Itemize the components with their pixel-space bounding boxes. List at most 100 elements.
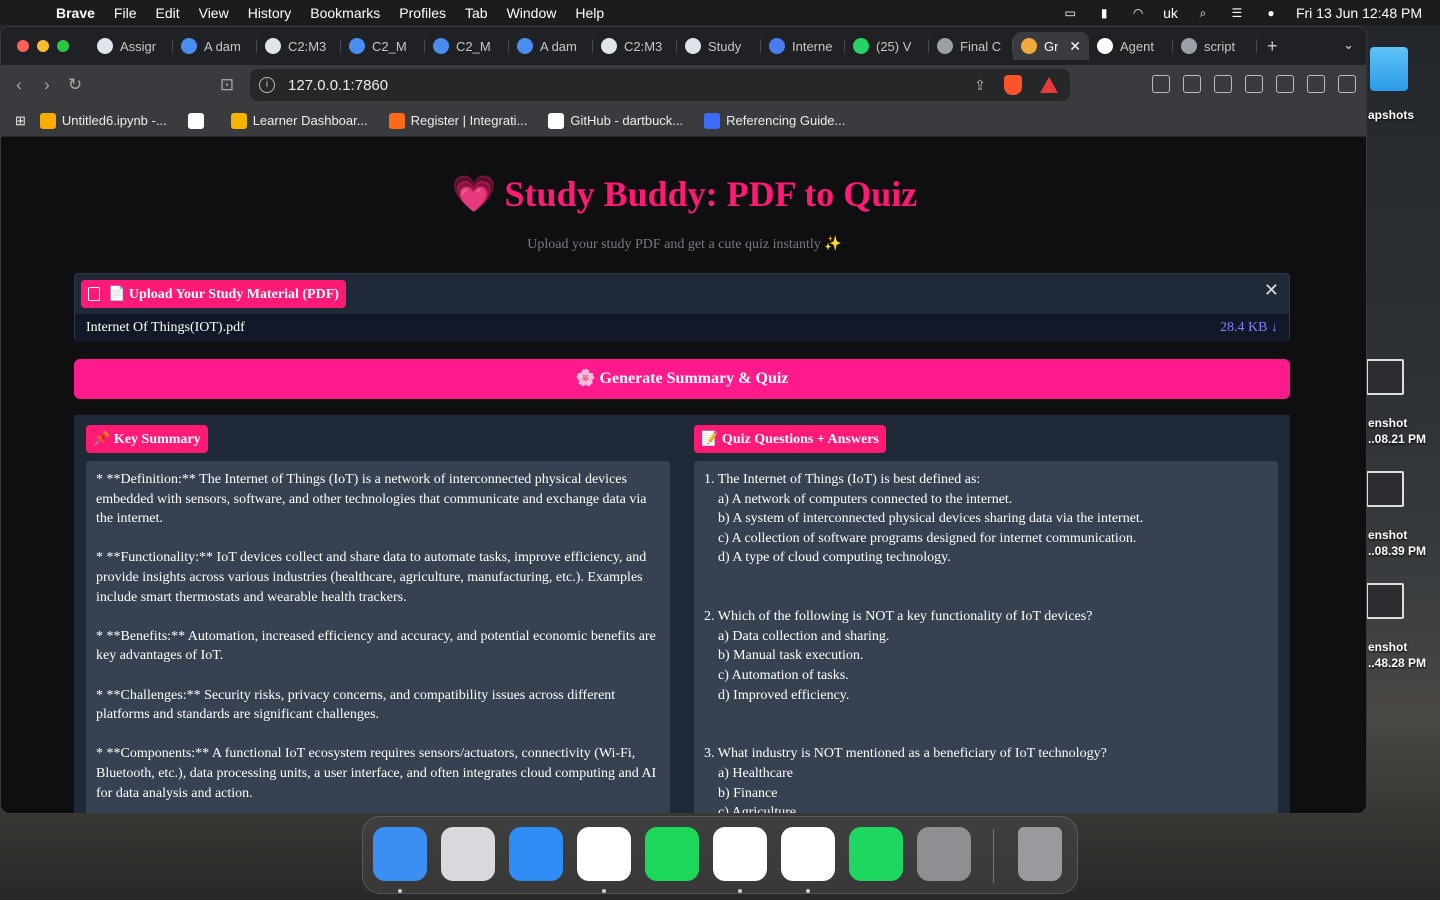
browser-tab[interactable]: Final C [929, 32, 1013, 60]
system-settings-icon[interactable] [917, 827, 971, 881]
back-button[interactable]: ‹ [5, 75, 33, 95]
bookmark-item[interactable]: Untitled6.ipynb -... [39, 112, 167, 129]
generate-button[interactable]: 🌸 Generate Summary & Quiz [74, 359, 1290, 399]
bookmark-icon[interactable]: ⊡ [213, 75, 241, 95]
spotify-icon[interactable] [849, 827, 903, 881]
browser-tab[interactable]: Assigr [89, 32, 173, 60]
chevron-down-icon[interactable]: ⌄ [1343, 37, 1354, 53]
upload-label-text: 📄 Upload Your Study Material (PDF) [108, 286, 339, 302]
clock[interactable]: Fri 13 Jun 12:48 PM [1296, 5, 1422, 21]
menu-window[interactable]: Window [507, 5, 557, 21]
browser-tab[interactable]: A dam [509, 32, 593, 60]
tab-favicon-icon [769, 38, 785, 54]
bookmark-label: Referencing Guide... [726, 113, 846, 128]
browser-tab[interactable]: Gr ✕ [1013, 32, 1089, 60]
downloads-icon[interactable] [1183, 75, 1201, 93]
file-upload[interactable]: 📄 Upload Your Study Material (PDF) ✕ Int… [74, 273, 1290, 342]
reload-button[interactable]: ↻ [61, 75, 89, 95]
browser-tab[interactable]: Interne [761, 32, 845, 60]
mail-icon[interactable] [509, 827, 563, 881]
close-window-button[interactable] [17, 40, 29, 52]
browser-tab[interactable]: C2:M3 [593, 32, 677, 60]
running-indicator [738, 889, 742, 893]
launchpad-icon[interactable] [441, 827, 495, 881]
menu-profiles[interactable]: Profiles [399, 5, 446, 21]
sidebar-icon[interactable] [1214, 75, 1232, 93]
vscode-icon[interactable] [577, 827, 631, 881]
address-bar[interactable]: i 127.0.0.1:7860 ⇪ [250, 69, 1070, 101]
menu-history[interactable]: History [248, 5, 292, 21]
pycharm-icon[interactable] [645, 827, 699, 881]
menu-tab[interactable]: Tab [465, 5, 488, 21]
summary-point: * **Components:** A functional IoT ecosy… [96, 746, 657, 801]
screenshot-time: ..48.28 PM [1368, 656, 1427, 670]
menu-view[interactable]: View [199, 5, 229, 21]
control-center-icon[interactable]: ☰ [1228, 6, 1246, 20]
new-tab-button[interactable]: + [1267, 36, 1278, 57]
brave-icon[interactable] [781, 827, 835, 881]
macos-menubar: Brave File Edit View History Bookmarks P… [0, 0, 1440, 25]
close-tab-icon[interactable]: ✕ [1069, 38, 1081, 55]
menu-icon[interactable] [1338, 75, 1356, 93]
browser-tab[interactable]: C2_M [341, 32, 425, 60]
screenshot-thumbnail[interactable] [1366, 359, 1404, 395]
menu-bookmarks[interactable]: Bookmarks [310, 5, 380, 21]
menu-help[interactable]: Help [575, 5, 604, 21]
spotlight-icon[interactable]: ⌕ [1194, 6, 1212, 20]
upload-label: 📄 Upload Your Study Material (PDF) [81, 280, 346, 308]
display-icon[interactable]: ▭ [1061, 6, 1079, 20]
wifi-icon[interactable]: ◠ [1129, 6, 1147, 20]
extensions-icon[interactable] [1152, 75, 1170, 93]
menu-app-name[interactable]: Brave [56, 5, 95, 21]
bookmark-item[interactable]: Register | Integrati... [388, 112, 527, 129]
siri-icon[interactable]: ● [1262, 6, 1280, 20]
quiz-label: 📝 Quiz Questions + Answers [694, 425, 886, 453]
zoom-window-button[interactable] [57, 40, 69, 52]
vpn-icon[interactable] [1307, 75, 1325, 93]
browser-tab[interactable]: Study [677, 32, 761, 60]
tab-label: Gr [1044, 38, 1059, 54]
browser-tab[interactable]: A dam [173, 32, 257, 60]
bookmark-item[interactable]: Referencing Guide... [704, 112, 846, 129]
tab-favicon-icon [937, 38, 953, 54]
wallet-icon[interactable] [1245, 75, 1263, 93]
folder-icon[interactable] [1370, 47, 1408, 91]
browser-tab[interactable]: C2_M [425, 32, 509, 60]
summary-textbox[interactable]: * **Definition:** The Internet of Things… [86, 461, 670, 813]
battery-icon[interactable]: ▮ [1095, 6, 1113, 20]
screenshot-thumbnail[interactable] [1366, 471, 1404, 507]
bookmark-item[interactable] [187, 112, 210, 129]
share-icon[interactable]: ⇪ [974, 77, 986, 94]
input-source[interactable]: uk [1163, 5, 1178, 21]
file-name: Internet Of Things(IOT).pdf [86, 320, 245, 335]
clear-upload-button[interactable]: ✕ [1264, 280, 1279, 301]
file-download-link[interactable]: 28.4 KB ↓ [1220, 320, 1278, 336]
tab-label: Final C [960, 38, 1002, 54]
browser-tab[interactable]: (25) V [845, 32, 929, 60]
bookmark-item[interactable]: Learner Dashboar... [230, 112, 368, 129]
leo-ai-icon[interactable] [1276, 75, 1294, 93]
desktop-folder-label: apshots [1368, 108, 1415, 122]
bookmark-label: GitHub - dartbuck... [570, 113, 684, 128]
site-info-icon[interactable]: i [259, 77, 275, 93]
bookmark-item[interactable]: GitHub - dartbuck... [548, 112, 684, 129]
forward-button[interactable]: › [33, 75, 61, 95]
url-text[interactable]: 127.0.0.1:7860 [288, 77, 388, 94]
browser-tab[interactable]: script [1173, 32, 1257, 60]
minimize-window-button[interactable] [37, 40, 49, 52]
browser-tab[interactable]: C2:M3 [257, 32, 341, 60]
tab-label: C2:M3 [624, 38, 663, 54]
menu-edit[interactable]: Edit [155, 5, 179, 21]
trash-icon[interactable] [1018, 827, 1062, 881]
browser-tab[interactable]: Agent [1089, 32, 1173, 60]
finder-icon[interactable] [373, 827, 427, 881]
tab-favicon-icon [601, 38, 617, 54]
quiz-textbox[interactable]: 1. The Internet of Things (IoT) is best … [694, 461, 1278, 813]
tab-label: C2_M [456, 38, 491, 54]
apps-grid-icon[interactable]: ⊞ [15, 113, 26, 129]
screenshot-thumbnail[interactable] [1366, 583, 1404, 619]
brave-shields-icon[interactable] [1004, 75, 1022, 95]
brave-rewards-icon[interactable] [1040, 77, 1058, 93]
menu-file[interactable]: File [114, 5, 137, 21]
safari-icon[interactable] [713, 827, 767, 881]
